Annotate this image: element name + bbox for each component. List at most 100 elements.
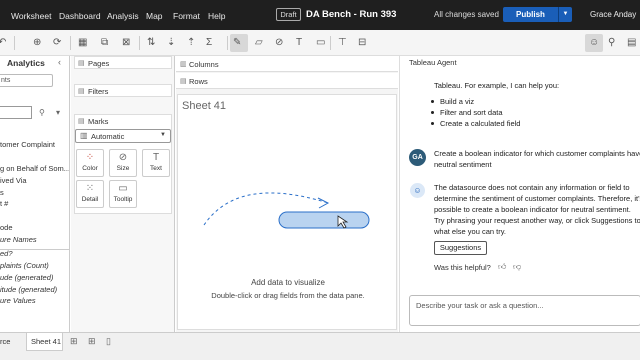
refresh-icon[interactable]: ⟳	[53, 37, 61, 49]
columns-label: Columns	[189, 60, 219, 69]
clear-sheet-icon[interactable]: ⊠	[122, 37, 130, 49]
undo-icon[interactable]: ↶	[0, 37, 6, 49]
agent-reply-line: Try phrasing your request another way, o…	[434, 216, 640, 225]
toolbar-divider	[330, 36, 331, 50]
text-button[interactable]: T Text	[142, 149, 170, 177]
fit-icon[interactable]: ▭	[316, 37, 325, 49]
size-icon: ⊘	[118, 152, 128, 163]
user-message: Create a boolean indicator for which cus…	[434, 149, 640, 158]
worksheet-canvas[interactable]: Sheet 41 Add data to visualize Double-cl…	[177, 94, 397, 330]
field-item[interactable]: itude (generated)	[0, 285, 57, 294]
analytics-tab[interactable]: Analytics	[7, 58, 45, 68]
menu-dashboard[interactable]: Dashboard	[59, 11, 101, 21]
tooltip-button[interactable]: ▭ Tooltip	[109, 180, 137, 208]
menu-format[interactable]: Format	[173, 11, 200, 21]
new-datasource-icon[interactable]: ⊕	[33, 37, 41, 49]
datasource-tab[interactable]: rce	[0, 337, 10, 346]
thumbs-up-icon[interactable]: 👍︎	[498, 262, 506, 272]
menu-help[interactable]: Help	[208, 11, 225, 21]
menu-analysis[interactable]: Analysis	[107, 11, 139, 21]
show-me-icon[interactable]: ⊟	[358, 37, 366, 49]
agent-prompt-input[interactable]: Describe your task or ask a question...	[409, 295, 640, 326]
menu-map[interactable]: Map	[146, 11, 163, 21]
thumbs-down-icon[interactable]: 👎︎	[513, 262, 521, 272]
field-item[interactable]: ure Names	[0, 235, 37, 244]
field-item[interactable]: ed?	[0, 249, 13, 258]
format-icon[interactable]: T	[296, 37, 302, 49]
sort-ascending-icon[interactable]: ⇣	[167, 37, 175, 49]
new-story-icon[interactable]: ▯	[106, 336, 111, 347]
pages-label: Pages	[88, 59, 110, 68]
agent-reply-line: what else you can try.	[434, 227, 506, 236]
field-item[interactable]: ude (generated)	[0, 273, 53, 282]
annotate-icon[interactable]: ▱	[255, 37, 263, 49]
toolbar-divider	[70, 36, 71, 50]
field-search-input[interactable]	[0, 106, 32, 119]
color-label: Color	[82, 165, 98, 172]
bullet-dot	[431, 111, 434, 114]
new-worksheet-icon[interactable]: ▦	[78, 37, 87, 49]
pages-card[interactable]: ▤ Pages	[74, 56, 172, 69]
agent-prompt-placeholder: Describe your task or ask a question...	[416, 301, 544, 310]
new-dashboard-icon[interactable]: ⊞	[88, 336, 96, 347]
suggestions-button[interactable]: Suggestions	[434, 241, 487, 255]
agent-bullet: Filter and sort data	[440, 108, 503, 117]
color-button[interactable]: ⁘ Color	[76, 149, 104, 177]
publish-button[interactable]: Publish	[503, 7, 558, 22]
marks-label: Marks	[88, 117, 109, 126]
filters-card[interactable]: ▤ Filters	[74, 84, 172, 97]
datasource-select[interactable]: nts	[0, 74, 53, 87]
pin-icon[interactable]: ⚲	[608, 37, 615, 49]
text-icon: T	[152, 152, 160, 163]
highlight-icon[interactable]: ✎	[233, 37, 241, 49]
group-icon[interactable]: ⊘	[275, 37, 283, 49]
rows-shelf[interactable]: ▤ Rows	[176, 73, 398, 89]
text-label: Text	[150, 165, 162, 172]
field-item[interactable]: plaints (Count)	[0, 261, 49, 270]
mark-type-select[interactable]: ▥ Automatic ▼	[75, 129, 171, 143]
save-status: All changes saved	[434, 10, 499, 19]
field-item[interactable]: ived Via	[0, 176, 27, 185]
tableau-agent-icon[interactable]: ☺	[589, 37, 599, 49]
filters-label: Filters	[88, 87, 109, 96]
bullet-dot	[431, 122, 434, 125]
field-item[interactable]: ure Values	[0, 296, 36, 305]
bullet-dot	[431, 100, 434, 103]
feedback-question: Was this helpful?	[434, 263, 491, 272]
field-menu-icon[interactable]: ▾	[56, 108, 60, 117]
field-item[interactable]: tomer Complaint	[0, 140, 55, 149]
user-name[interactable]: Grace Anday	[590, 10, 636, 19]
columns-shelf[interactable]: ▥ Columns	[176, 56, 398, 72]
detail-button[interactable]: ⁙ Detail	[76, 180, 104, 208]
field-item[interactable]: g on Behalf of Som...	[0, 164, 69, 173]
mark-type-icon: ▥	[80, 131, 88, 140]
field-item[interactable]: t #	[0, 199, 8, 208]
menu-worksheet[interactable]: Worksheet	[11, 11, 51, 21]
new-worksheet-icon[interactable]: ⊞	[70, 336, 78, 347]
empty-view-submessage: Double-click or drag fields from the dat…	[211, 291, 365, 300]
detail-icon: ⁙	[85, 183, 95, 194]
view-area: ▥ Columns ▤ Rows Sheet 41 Add data to vi…	[176, 56, 398, 332]
size-label: Size	[116, 165, 130, 172]
sheet-tabs-bar: rce Sheet 41 ⊞ ⊞ ▯	[0, 332, 640, 360]
columns-icon: ▥	[180, 61, 187, 68]
agent-bullet: Create a calculated field	[440, 119, 521, 128]
size-button[interactable]: ⊘ Size	[109, 149, 137, 177]
toolbar-divider	[139, 36, 140, 50]
collapse-pane-icon[interactable]: ‹	[58, 57, 61, 67]
field-item[interactable]: s	[0, 188, 4, 197]
user-avatar: GA	[409, 149, 426, 166]
sort-descending-icon[interactable]: ⇡	[187, 37, 195, 49]
show-me-panel-icon[interactable]: ▤	[627, 37, 636, 49]
publish-dropdown-icon[interactable]: ▼	[558, 7, 572, 22]
filter-icon[interactable]: ⚲	[39, 108, 45, 117]
tooltip-icon: ▭	[118, 183, 128, 194]
presentation-icon[interactable]: ⊤	[338, 37, 347, 49]
agent-panel-title: Tableau Agent	[409, 58, 457, 67]
duplicate-sheet-icon[interactable]: ⧉	[101, 37, 108, 49]
field-item[interactable]: ode	[0, 223, 13, 232]
sheet-tab-active[interactable]: Sheet 41	[26, 333, 63, 351]
swap-icon[interactable]: ⇅	[147, 37, 155, 49]
totals-icon[interactable]: Σ	[206, 37, 212, 49]
workbook-title[interactable]: DA Bench - Run 393	[306, 9, 396, 20]
